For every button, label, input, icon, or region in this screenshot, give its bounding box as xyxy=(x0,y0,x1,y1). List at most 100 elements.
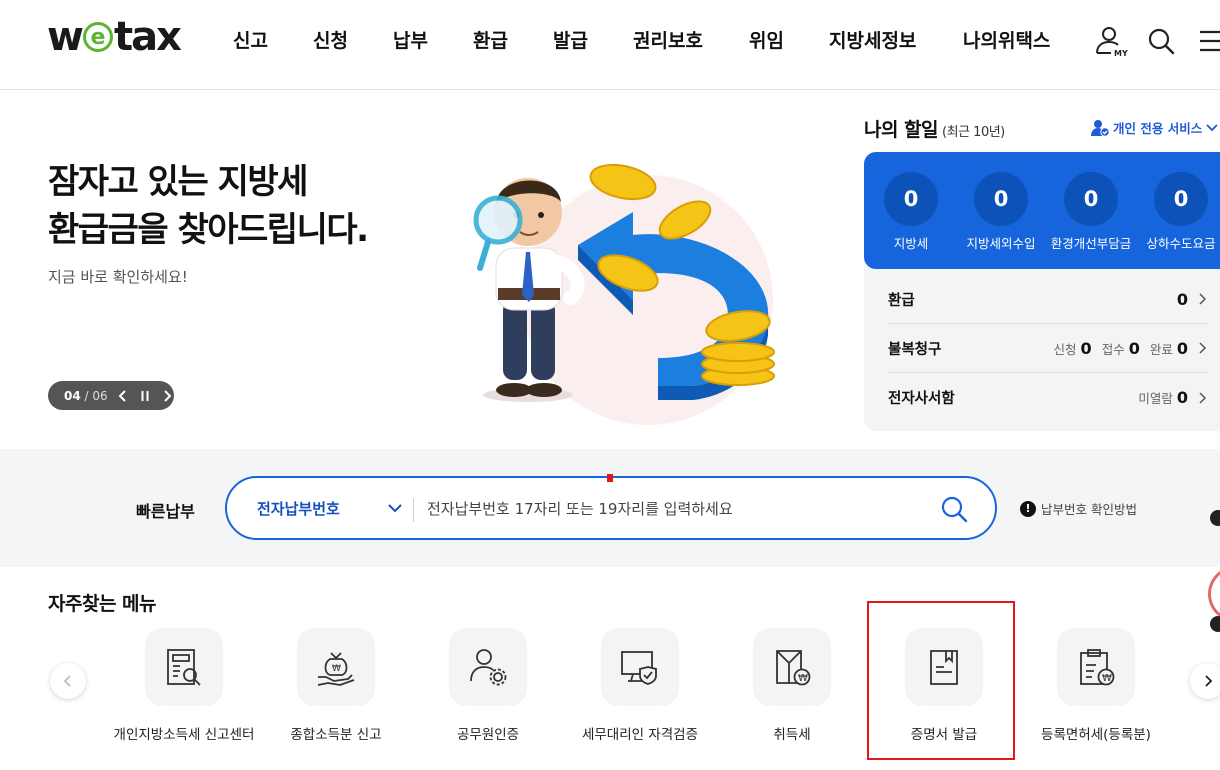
menu-item-label: 세무대리인 자격검증 xyxy=(581,727,699,743)
chevron-down-icon xyxy=(1206,123,1218,131)
stat-value: 0 xyxy=(974,172,1028,226)
floating-chatbot-edge[interactable] xyxy=(1208,566,1220,622)
personal-service-dropdown[interactable]: 개인 전용 서비스 xyxy=(1090,118,1219,137)
menu-item-label: 공무원인증 xyxy=(456,727,520,743)
stat-label: 상하수도요금 xyxy=(1146,236,1216,251)
objection-done-count: 0 xyxy=(1176,338,1188,358)
logo-text-w: w xyxy=(47,14,84,60)
chevron-right-icon xyxy=(1199,342,1207,354)
frequent-menu-title: 자주찾는 메뉴 xyxy=(48,593,157,615)
document-won-icon: ₩ xyxy=(753,628,831,706)
menu-next-button[interactable] xyxy=(1190,663,1220,699)
chevron-right-icon xyxy=(1199,391,1207,404)
mailbox-unread-count: 0 xyxy=(1176,388,1188,407)
todo-summary-card: 0 지방세 0 지방세외수입 0 환경개선부담금 0 상하수도요금 xyxy=(864,152,1220,269)
svg-text:₩: ₩ xyxy=(1102,673,1112,684)
monitor-shield-icon xyxy=(601,628,679,706)
nav-apply[interactable]: 신청 xyxy=(313,26,348,53)
next-slide-icon[interactable] xyxy=(160,388,174,404)
menu-item-label: 취득세 xyxy=(773,727,811,743)
menu-prev-button[interactable] xyxy=(50,663,86,699)
logo-text-tax: tax xyxy=(113,14,182,60)
menu-item-label: 종합소득분 신고 xyxy=(290,727,382,743)
divider xyxy=(413,498,414,522)
payment-type-select[interactable]: 전자납부번호 xyxy=(257,498,340,519)
refund-count: 0 xyxy=(1176,289,1188,309)
menu-item-label: 등록면허세(등록분) xyxy=(1041,727,1151,743)
chevron-down-icon[interactable] xyxy=(387,500,403,516)
menu-item-label: 개인지방소득세 신고센터 xyxy=(113,727,255,743)
hero-title: 잠자고 있는 지방세 환급금을 찾아드립니다. xyxy=(48,162,369,250)
nav-my-wetax[interactable]: 나의위택스 xyxy=(963,26,1050,53)
mailbox-unread-label: 미열람 xyxy=(1138,391,1173,406)
hero-illustration xyxy=(448,150,818,430)
search-icon[interactable] xyxy=(1145,24,1179,58)
slider-controls: 04 / 06 xyxy=(48,381,174,410)
menu-item-acquisition-tax[interactable]: ₩ 취득세 xyxy=(716,628,868,743)
personal-service-label: 개인 전용 서비스 xyxy=(1113,121,1203,136)
howto-label: 납부번호 확인방법 xyxy=(1041,502,1137,517)
money-bag-hand-icon: ₩ xyxy=(297,628,375,706)
nav-issue[interactable]: 발급 xyxy=(553,26,588,53)
objection-receipt-label: 접수 xyxy=(1101,341,1125,357)
nav-local-tax-info[interactable]: 지방세정보 xyxy=(829,26,916,53)
my-todo-title-text: 나의 할일 xyxy=(864,119,939,141)
clipboard-won-icon: ₩ xyxy=(1057,628,1135,706)
wetax-logo[interactable]: w e tax xyxy=(47,14,182,60)
info-icon: ! xyxy=(1020,500,1036,517)
slide-total: / 06 xyxy=(84,388,108,403)
chevron-right-icon xyxy=(1199,293,1207,305)
menu-item-comprehensive-income[interactable]: ₩ 종합소득분 신고 xyxy=(260,628,412,743)
todo-detail-card: 환급 0 불복청구 신청 0 접수 0 완료 0 전자사서함 미열람 0 xyxy=(864,255,1220,431)
form-search-icon xyxy=(145,628,223,706)
personal-user-icon xyxy=(1091,119,1110,137)
objection-apply-count: 0 xyxy=(1080,338,1092,358)
svg-text:₩: ₩ xyxy=(332,664,341,674)
objection-row[interactable]: 불복청구 신청 0 접수 0 완료 0 xyxy=(888,324,1208,373)
objection-apply-label: 신청 xyxy=(1053,341,1077,357)
person-gear-icon xyxy=(449,628,527,706)
refund-label: 환급 xyxy=(888,292,915,309)
objection-done-label: 완료 xyxy=(1149,341,1173,357)
nav-payment[interactable]: 납부 xyxy=(393,26,428,53)
my-todo-title: 나의 할일 (최근 10년) xyxy=(864,115,1005,142)
payment-number-input[interactable] xyxy=(427,494,907,524)
red-marker xyxy=(607,474,613,482)
objection-receipt-count: 0 xyxy=(1128,338,1140,358)
svg-text:₩: ₩ xyxy=(798,673,808,684)
mailbox-label: 전자사서함 xyxy=(888,391,955,407)
site-header: w e tax 신고 신청 납부 환급 발급 권리보호 위임 지방세정보 나의위택스… xyxy=(0,0,1220,90)
stat-value: 0 xyxy=(1154,172,1208,226)
objection-label: 불복청구 xyxy=(888,341,942,358)
nav-report[interactable]: 신고 xyxy=(233,26,268,53)
svg-text:MY: MY xyxy=(1114,49,1128,58)
highlight-box xyxy=(867,601,1015,760)
stat-value: 0 xyxy=(1064,172,1118,226)
chevron-left-icon xyxy=(63,675,71,687)
menu-item-registration-license-tax[interactable]: ₩ 등록면허세(등록분) xyxy=(1020,628,1172,743)
menu-icon[interactable] xyxy=(1198,24,1220,58)
logo-e-circle: e xyxy=(82,22,113,52)
chevron-right-icon xyxy=(1205,675,1213,687)
search-icon[interactable] xyxy=(939,494,969,524)
nav-refund[interactable]: 환급 xyxy=(473,26,508,53)
mailbox-row[interactable]: 전자사서함 미열람 0 xyxy=(888,373,1208,422)
hero-subtitle: 지금 바로 확인하세요! xyxy=(48,268,188,286)
quick-pay-search-box: 전자납부번호 xyxy=(225,476,997,540)
menu-item-agent-verification[interactable]: 세무대리인 자격검증 xyxy=(564,628,716,743)
payment-number-howto-link[interactable]: ! 납부번호 확인방법 xyxy=(1020,499,1137,518)
stat-value: 0 xyxy=(884,172,938,226)
floating-button-edge[interactable] xyxy=(1210,510,1220,526)
quick-pay-label: 빠른납부 xyxy=(136,502,195,521)
prev-slide-icon[interactable] xyxy=(116,388,130,404)
nav-rights[interactable]: 권리보호 xyxy=(633,26,703,53)
refund-row[interactable]: 환급 0 xyxy=(888,275,1208,324)
slide-current: 04 xyxy=(64,388,81,403)
menu-item-local-income-tax[interactable]: 개인지방소득세 신고센터 xyxy=(108,628,260,743)
pause-icon[interactable] xyxy=(138,388,152,404)
menu-item-official-auth[interactable]: 공무원인증 xyxy=(412,628,564,743)
user-my-icon[interactable]: MY xyxy=(1094,24,1128,58)
my-todo-period: (최근 10년) xyxy=(942,125,1005,140)
stat-water-fee[interactable]: 0 상하수도요금 xyxy=(1126,172,1220,252)
nav-delegation[interactable]: 위임 xyxy=(749,26,784,53)
